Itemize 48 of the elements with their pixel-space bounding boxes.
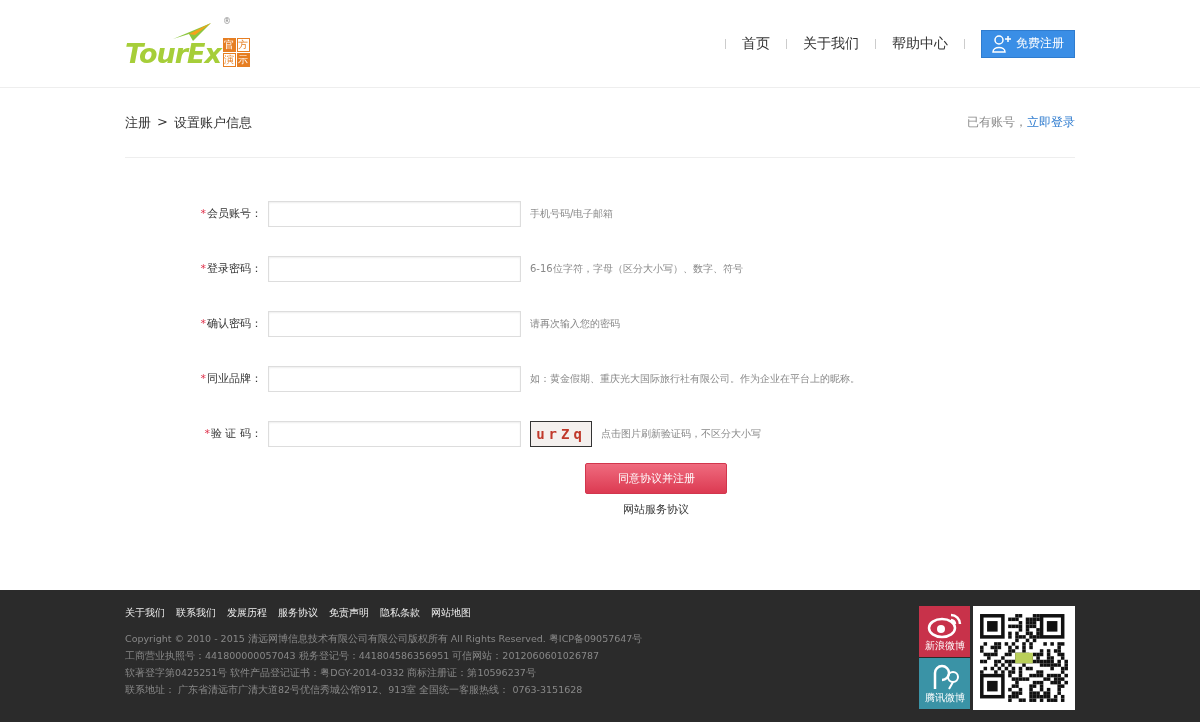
footer-link[interactable]: 免责声明 bbox=[329, 606, 369, 620]
breadcrumb-item: 设置账户信息 bbox=[173, 113, 252, 132]
logo-wordmark: TourEx bbox=[125, 39, 221, 67]
breadcrumb-item[interactable]: 注册 bbox=[125, 113, 151, 132]
nav-link[interactable]: 首页 bbox=[742, 34, 770, 53]
field-hint: 6-16位字符，字母（区分大小写）、数字、符号 bbox=[530, 261, 743, 276]
input-field[interactable] bbox=[268, 420, 521, 447]
nav-link[interactable]: 帮助中心 bbox=[892, 34, 948, 53]
nav-link[interactable]: 关于我们 bbox=[803, 34, 859, 53]
input-field[interactable] bbox=[268, 255, 521, 282]
input-field[interactable] bbox=[268, 200, 521, 227]
login-link[interactable]: 立即登录 bbox=[1027, 115, 1075, 129]
social-link[interactable]: 新浪微博 bbox=[919, 606, 970, 657]
required-mark: * bbox=[200, 207, 206, 220]
breadcrumb-separator: > bbox=[157, 113, 168, 131]
footer-link[interactable]: 发展历程 bbox=[227, 606, 267, 620]
field-label: 同业品牌： bbox=[207, 372, 262, 385]
field-hint: 点击图片刷新验证码，不区分大小写 bbox=[601, 426, 761, 441]
required-mark: * bbox=[200, 262, 206, 275]
field-label: 会员账号： bbox=[207, 207, 262, 220]
footer-link[interactable]: 隐私条款 bbox=[380, 606, 420, 620]
field-hint: 如：黄金假期、重庆光大国际旅行社有限公司。作为企业在平台上的昵称。 bbox=[530, 371, 860, 386]
footer-link[interactable]: 联系我们 bbox=[176, 606, 216, 620]
required-mark: * bbox=[200, 317, 206, 330]
field-label: 确认密码： bbox=[207, 317, 262, 330]
input-field[interactable] bbox=[268, 310, 521, 337]
captcha-image[interactable]: urZq bbox=[530, 420, 592, 447]
agreement-link[interactable]: 网站服务协议 bbox=[623, 502, 689, 517]
registered-mark: ® bbox=[223, 16, 231, 26]
social-link[interactable]: 腾讯微博 bbox=[919, 658, 970, 709]
required-mark: * bbox=[204, 427, 210, 440]
footer-link[interactable]: 服务协议 bbox=[278, 606, 318, 620]
footer-link[interactable]: 关于我们 bbox=[125, 606, 165, 620]
plane-icon bbox=[173, 20, 213, 43]
field-hint: 请再次输入您的密码 bbox=[530, 316, 620, 331]
logo-badge: 官 方 演 示 bbox=[222, 37, 250, 67]
field-label: 验 证 码： bbox=[211, 427, 262, 440]
footer-link[interactable]: 网站地图 bbox=[431, 606, 471, 620]
add-user-icon bbox=[992, 34, 1012, 53]
footer-text: 软著登字第0425251号 软件产品登记证书：粤DGY-2014-0332 商标注册证：第10596237号 bbox=[125, 666, 537, 680]
login-prompt: 已有账号， bbox=[967, 115, 1027, 129]
submit-button[interactable]: 同意协议并注册 bbox=[585, 463, 727, 494]
field-hint: 手机号码/电子邮箱 bbox=[530, 206, 614, 221]
field-label: 登录密码： bbox=[207, 262, 262, 275]
footer-text: 工商营业执照号：441800000057043 税务登记号：441804586356951 可信网站：2012060601026787 bbox=[125, 649, 601, 663]
input-field[interactable] bbox=[268, 365, 521, 392]
required-mark: * bbox=[200, 372, 206, 385]
footer-text: Copyright © 2010 - 2015 清远网博信息技术有限公司有限公司版权所有 All Rights Reserved. 粤ICP备09057647号 bbox=[125, 632, 643, 646]
